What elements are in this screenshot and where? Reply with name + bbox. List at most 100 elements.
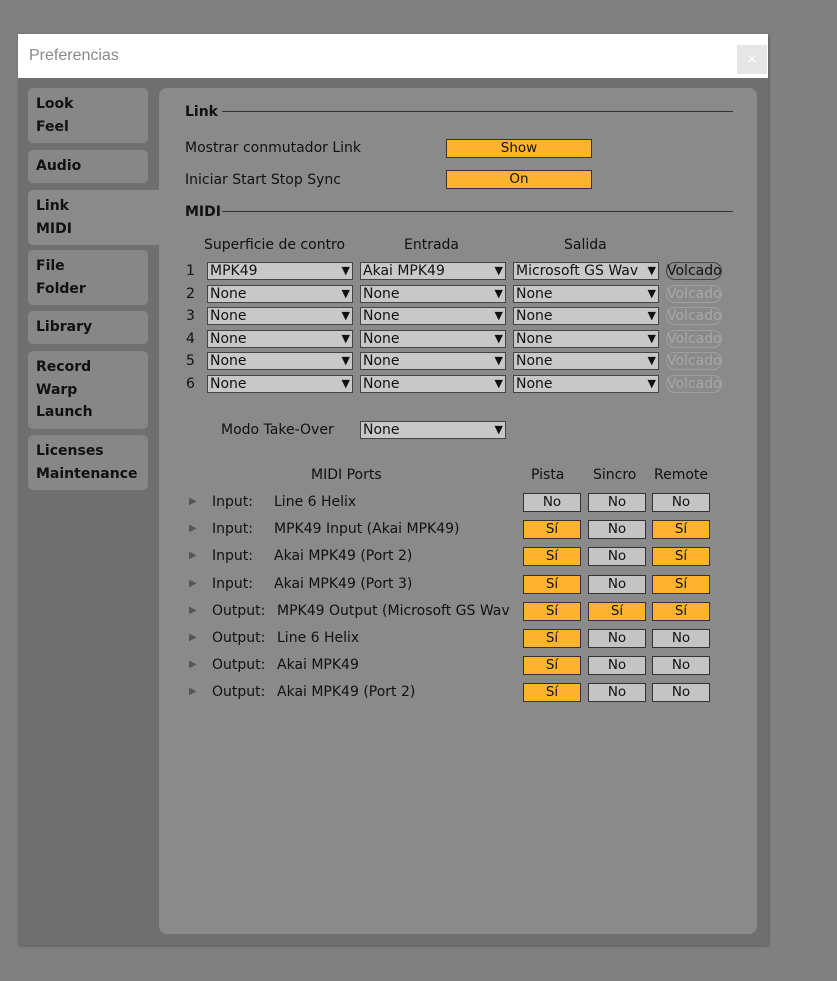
dropdown-value: None [210,376,247,392]
tab-label: Warp [36,381,78,398]
remote-toggle[interactable]: Sí [652,601,710,621]
dump-button: Volcado [666,329,722,348]
port-type: Input: [212,521,253,538]
dump-button[interactable]: Volcado [666,262,722,280]
sidebar-tab-file-folder[interactable]: File Folder [28,250,148,305]
expand-triangle-icon[interactable]: ▶ [189,632,197,643]
sidebar-tab-link-midi[interactable]: Link MIDI [28,190,160,245]
expand-triangle-icon[interactable]: ▶ [189,523,197,534]
input-dropdown[interactable]: None ▼ [360,307,506,326]
track-toggle[interactable]: No [523,493,581,512]
sync-toggle[interactable]: No [588,574,646,594]
chevron-down-icon: ▼ [647,353,656,370]
input-dropdown[interactable]: None ▼ [360,375,506,393]
preferences-window: Preferencias × Look Feel Audio Link MIDI File… [18,34,768,945]
tab-label: Licenses [36,443,104,459]
chevron-down-icon: ▼ [647,330,656,347]
output-dropdown[interactable]: None ▼ [513,375,659,393]
close-button[interactable]: × [737,45,767,74]
expand-triangle-icon[interactable]: ▶ [189,659,197,670]
chevron-down-icon: ▼ [341,285,350,302]
expand-triangle-icon[interactable]: ▶ [189,496,197,507]
sync-toggle[interactable]: No [588,656,646,676]
port-name: Line 6 Helix [277,630,360,646]
start-stop-sync-label: Iniciar Start Stop Sync [185,172,341,188]
input-dropdown[interactable]: None ▼ [360,329,506,348]
start-stop-sync-toggle[interactable]: On [446,170,592,189]
chevron-down-icon: ▼ [341,330,350,347]
show-link-label: Mostrar conmutador Link [185,140,362,156]
dropdown-value: None [516,308,553,325]
remote-toggle[interactable]: No [652,493,710,512]
chevron-down-icon: ▼ [494,285,503,302]
sync-toggle[interactable]: Sí [588,601,646,621]
output-dropdown[interactable]: None ▼ [513,307,659,326]
sync-toggle[interactable]: No [588,683,646,703]
sidebar-tab-look-feel[interactable]: Look Feel [28,88,148,143]
track-toggle[interactable]: Sí [523,629,581,648]
track-toggle[interactable]: Sí [523,683,581,703]
tab-label: Folder [36,280,86,297]
remote-toggle[interactable]: Sí [652,520,710,540]
output-dropdown[interactable]: None ▼ [513,284,659,303]
dropdown-value: Akai MPK49 [363,263,445,279]
control-surface-dropdown[interactable]: MPK49 ▼ [207,262,353,280]
remote-toggle[interactable]: No [652,683,710,703]
takeover-label: Modo Take-Over [221,422,334,438]
expand-triangle-icon[interactable]: ▶ [189,550,197,561]
input-dropdown[interactable]: Akai MPK49 ▼ [360,262,506,280]
expand-triangle-icon[interactable]: ▶ [189,605,197,616]
settings-panel: Link Mostrar conmutador Link Show Iniciar S… [159,88,757,934]
sync-toggle[interactable]: No [588,493,646,512]
control-surface-dropdown[interactable]: None ▼ [207,307,353,326]
track-toggle[interactable]: Sí [523,574,581,594]
remote-toggle[interactable]: Sí [652,574,710,594]
sync-toggle[interactable]: No [588,547,646,567]
tab-label: Record [36,359,92,375]
sync-toggle[interactable]: No [588,520,646,540]
dropdown-value: Microsoft GS Wav [516,263,639,279]
output-column-header: Salida [564,237,607,253]
show-link-toggle[interactable]: Show [446,139,592,158]
track-toggle[interactable]: Sí [523,601,581,621]
input-dropdown[interactable]: None ▼ [360,352,506,371]
row-number: 5 [186,353,195,370]
output-dropdown[interactable]: None ▼ [513,329,659,348]
track-toggle[interactable]: Sí [523,520,581,540]
dump-button: Volcado [666,307,722,326]
row-number: 2 [186,285,195,302]
control-surface-dropdown[interactable]: None ▼ [207,284,353,303]
row-number: 1 [186,263,195,279]
sidebar-tab-licenses-maintenance[interactable]: Licenses Maintenance [28,435,148,490]
chevron-down-icon: ▼ [341,263,350,279]
remote-toggle[interactable]: No [652,656,710,676]
sync-toggle[interactable]: No [588,629,646,648]
port-type: Output: [212,684,266,701]
sync-column-header: Sincro [593,467,637,483]
remote-toggle[interactable]: Sí [652,547,710,567]
sidebar-tab-audio[interactable]: Audio [28,150,148,183]
sidebar-tab-record-warp-launch[interactable]: Record Warp Launch [28,351,148,429]
dropdown-value: None [363,353,400,370]
output-dropdown[interactable]: None ▼ [513,352,659,371]
dropdown-value: None [516,376,553,392]
input-dropdown[interactable]: None ▼ [360,284,506,303]
output-dropdown[interactable]: Microsoft GS Wav ▼ [513,262,659,280]
window-title: Preferencias [29,47,119,64]
control-surface-dropdown[interactable]: None ▼ [207,375,353,393]
remote-toggle[interactable]: No [652,629,710,648]
port-name: Line 6 Helix [274,494,357,510]
sidebar-tab-library[interactable]: Library [28,311,148,344]
midi-section-header: MIDI [185,204,221,220]
control-surface-dropdown[interactable]: None ▼ [207,352,353,371]
tab-label: Library [36,319,93,335]
expand-triangle-icon[interactable]: ▶ [189,686,197,697]
expand-triangle-icon[interactable]: ▶ [189,578,197,589]
track-toggle[interactable]: Sí [523,656,581,676]
port-name: MPK49 Output (Microsoft GS Wav [277,602,510,619]
control-surface-dropdown[interactable]: None ▼ [207,329,353,348]
input-column-header: Entrada [404,237,460,253]
takeover-dropdown[interactable]: None ▼ [360,421,506,439]
track-toggle[interactable]: Sí [523,547,581,567]
tab-label: Maintenance [36,465,138,482]
